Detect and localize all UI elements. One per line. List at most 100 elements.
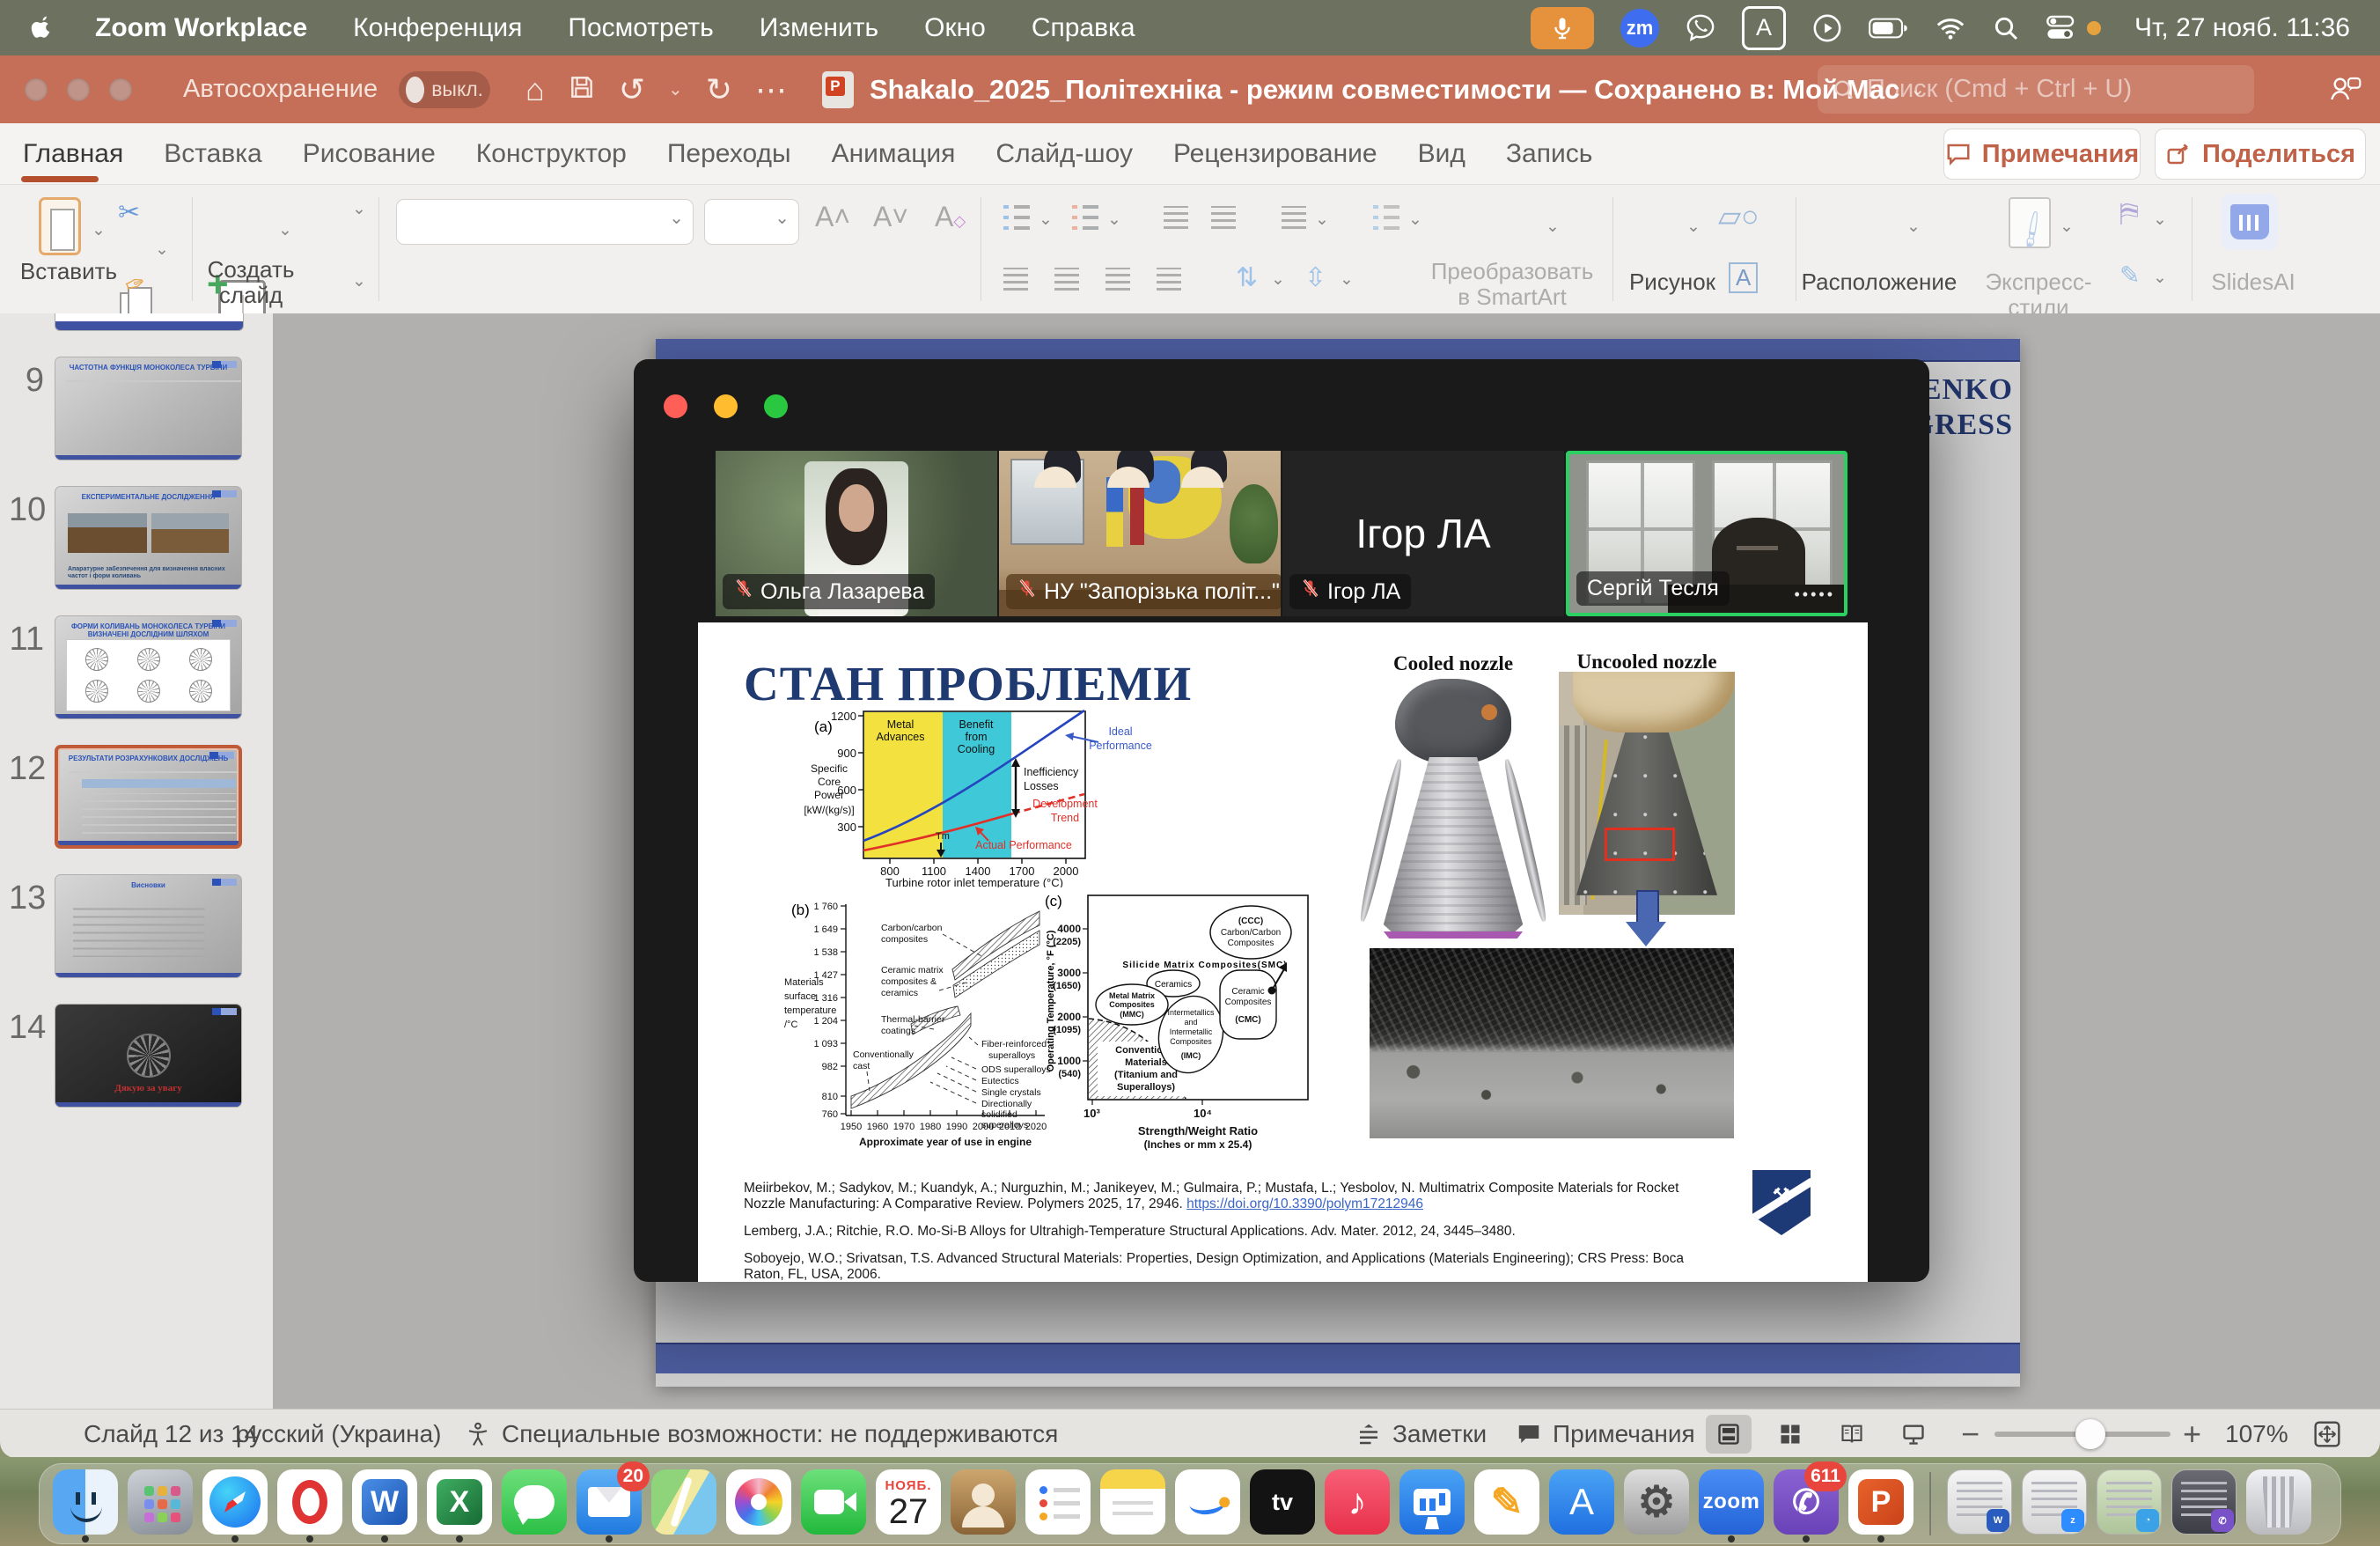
- text-direction-icon[interactable]: ⇅: [1236, 262, 1258, 293]
- tab-Запись[interactable]: Запись: [1506, 139, 1592, 169]
- battery-icon[interactable]: [1869, 17, 1909, 40]
- decrease-font-icon[interactable]: A˅: [873, 201, 908, 233]
- document-title[interactable]: Shakalo_2025_Політехніка - режим совмест…: [870, 74, 1899, 106]
- justify-icon[interactable]: [1157, 268, 1181, 291]
- clear-format-icon[interactable]: A◇: [935, 201, 966, 233]
- picture-chevron-icon[interactable]: ⌄: [1686, 217, 1701, 237]
- quick-styles-icon[interactable]: 🖌: [2009, 197, 2051, 248]
- layout-chevron-icon[interactable]: ⌄: [352, 199, 366, 219]
- slide-thumbnail-12[interactable]: РЕЗУЛЬТАТИ РОЗРАХУНКОВИХ ДОСЛІДЖЕНЬ: [55, 745, 242, 849]
- smartart-label[interactable]: Преобразоватьв SmartArt: [1415, 259, 1609, 310]
- tab-Рецензирование[interactable]: Рецензирование: [1173, 139, 1377, 169]
- menubar-clock[interactable]: Чт, 27 нояб. 11:36: [2134, 13, 2350, 43]
- arrange-label[interactable]: Расположение: [1796, 269, 1963, 295]
- slideshow-view-button[interactable]: [1891, 1415, 1936, 1454]
- viber-menubar-icon[interactable]: [1686, 13, 1715, 43]
- zoom-in-button[interactable]: +: [2183, 1410, 2201, 1458]
- paste-button[interactable]: [39, 197, 81, 255]
- video-tile-1[interactable]: Ольга Лазарева: [716, 451, 997, 616]
- tab-Рисование[interactable]: Рисование: [303, 139, 436, 169]
- cut-icon[interactable]: ✂: [118, 197, 140, 228]
- dock-maps-icon[interactable]: [650, 1465, 717, 1542]
- wifi-icon[interactable]: [1936, 13, 1965, 43]
- search-field[interactable]: Поиск (Cmd + Ctrl + U): [1818, 65, 2254, 114]
- dock-safari-icon[interactable]: [202, 1465, 268, 1542]
- dock-messages-icon[interactable]: [501, 1465, 568, 1542]
- home-icon[interactable]: ⌂: [525, 74, 545, 106]
- zoom-maximize-button[interactable]: [764, 394, 788, 418]
- spacing-chevron-icon[interactable]: ⌄: [1315, 210, 1329, 230]
- menubar-menu-item[interactable]: Окно: [924, 13, 986, 43]
- dock-stocks-icon[interactable]: [1174, 1465, 1241, 1542]
- slide-thumbnail-14[interactable]: Дякую за увагу: [55, 1004, 242, 1108]
- slidesai-icon[interactable]: [2222, 194, 2278, 250]
- tab-Вставка[interactable]: Вставка: [164, 139, 262, 169]
- font-size-select[interactable]: [704, 199, 799, 245]
- dock-mail-icon[interactable]: 20: [576, 1465, 643, 1542]
- menubar-menu-item[interactable]: Конференция: [353, 13, 522, 43]
- tab-Слайд-шоу[interactable]: Слайд-шоу: [995, 139, 1133, 169]
- dock-notes-icon[interactable]: [1099, 1465, 1166, 1542]
- increase-font-icon[interactable]: A˄: [815, 201, 850, 233]
- dock-calendar-icon[interactable]: НОЯБ.27: [875, 1465, 942, 1542]
- decrease-indent-icon[interactable]: [1164, 206, 1188, 229]
- tab-Конструктор[interactable]: Конструктор: [476, 139, 627, 169]
- pen-chevron-icon[interactable]: ⌄: [2153, 268, 2167, 288]
- language-indicator[interactable]: русский (Украина): [236, 1410, 442, 1458]
- picture-label[interactable]: Рисунок: [1620, 269, 1725, 295]
- columns-icon[interactable]: [1373, 204, 1399, 231]
- zoom-menubar-icon[interactable]: zm: [1620, 9, 1659, 48]
- text-direction-chevron-icon[interactable]: ⌄: [1271, 269, 1285, 290]
- dock-settings-icon[interactable]: ⚙: [1623, 1465, 1690, 1542]
- copy-chevron-icon[interactable]: ⌄: [155, 239, 169, 260]
- dock-minwin-zoom-icon[interactable]: z: [2021, 1465, 2088, 1542]
- zoom-close-button[interactable]: [664, 394, 687, 418]
- slide-thumbnail-partial[interactable]: [55, 313, 244, 331]
- doi-link[interactable]: https://doi.org/10.3390/polym17212946: [1186, 1196, 1423, 1211]
- redo-icon[interactable]: ↻: [706, 74, 732, 106]
- zoom-window-button[interactable]: [109, 78, 132, 101]
- tab-Переходы[interactable]: Переходы: [667, 139, 791, 169]
- dock-reminders-icon[interactable]: [1025, 1465, 1091, 1542]
- new-slide-chevron-icon[interactable]: ⌄: [278, 220, 292, 240]
- dock-minwin-viber-icon[interactable]: ✆: [2171, 1465, 2237, 1542]
- reading-view-button[interactable]: [1829, 1415, 1875, 1454]
- quick-styles-chevron-icon[interactable]: ⌄: [2060, 217, 2074, 237]
- columns-chevron-icon[interactable]: ⌄: [1408, 210, 1422, 230]
- tab-Анимация[interactable]: Анимация: [832, 139, 956, 169]
- minimize-window-button[interactable]: [67, 78, 90, 101]
- dock-zoom-icon[interactable]: zoom: [1698, 1465, 1765, 1542]
- line-spacing-icon[interactable]: [1282, 206, 1306, 229]
- comments-statusbar-button[interactable]: Примечания: [1516, 1410, 1695, 1458]
- text-box-icon[interactable]: А: [1729, 262, 1758, 293]
- menubar-menu-item[interactable]: Справка: [1032, 13, 1135, 43]
- bullet-chevron-icon[interactable]: ⌄: [1039, 210, 1053, 230]
- dock-photos-icon[interactable]: [725, 1465, 792, 1542]
- apple-icon[interactable]: [30, 11, 60, 46]
- dock-appstore-icon[interactable]: A: [1548, 1465, 1615, 1542]
- shapes-icon[interactable]: ▱○: [1718, 199, 1759, 234]
- paste-chevron-icon[interactable]: ⌄: [92, 220, 106, 240]
- dock-powerpoint-icon[interactable]: P: [1847, 1465, 1914, 1542]
- slide-counter[interactable]: Слайд 12 из 14: [84, 1410, 258, 1458]
- zoom-out-button[interactable]: −: [1961, 1410, 1980, 1458]
- new-slide-label[interactable]: Создатьслайд: [202, 257, 299, 308]
- dock-pages-icon[interactable]: ✎: [1473, 1465, 1540, 1542]
- menubar-app-name[interactable]: Zoom Workplace: [95, 13, 307, 43]
- presence-icon[interactable]: [2327, 71, 2362, 111]
- numbered-chevron-icon[interactable]: ⌄: [1107, 210, 1121, 230]
- close-window-button[interactable]: [25, 78, 48, 101]
- more-icon[interactable]: ⋯: [755, 74, 787, 106]
- dock-excel-icon[interactable]: X: [426, 1465, 493, 1542]
- slidesai-label[interactable]: SlidesAI: [2200, 269, 2306, 295]
- section-chevron-icon[interactable]: ⌄: [352, 271, 366, 291]
- align-text-icon[interactable]: ⇳: [1304, 262, 1326, 293]
- zoom-slider[interactable]: [1994, 1410, 2171, 1458]
- dock-minwin-safari-icon[interactable]: ◔: [2096, 1465, 2163, 1542]
- align-center-icon[interactable]: [1054, 268, 1079, 291]
- undo-icon[interactable]: ↺: [619, 74, 645, 106]
- save-icon[interactable]: [568, 73, 596, 106]
- mic-active-icon[interactable]: [1531, 7, 1594, 49]
- dock-word-icon[interactable]: W: [351, 1465, 418, 1542]
- normal-view-button[interactable]: [1706, 1415, 1752, 1454]
